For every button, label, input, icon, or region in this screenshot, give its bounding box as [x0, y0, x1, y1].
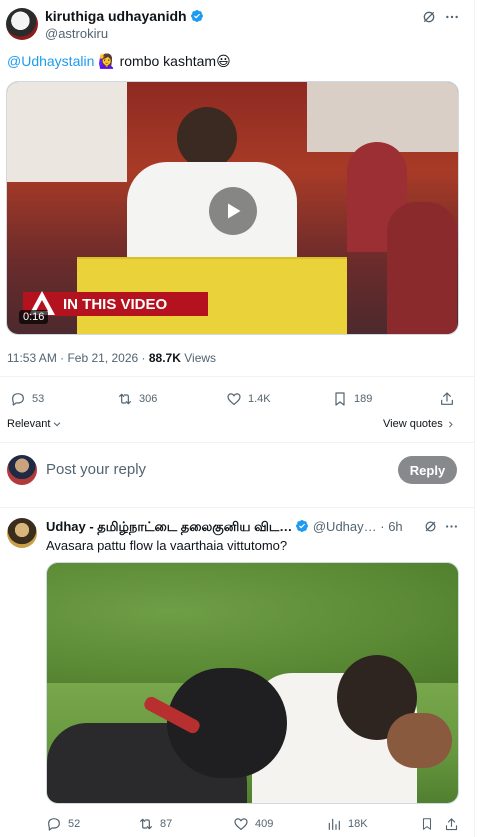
- column-border: [474, 0, 475, 837]
- more-options-icon[interactable]: [443, 518, 459, 534]
- play-button-icon[interactable]: [209, 187, 257, 235]
- repost-icon: [140, 818, 152, 830]
- reply-action[interactable]: 53: [10, 391, 44, 407]
- video-figure-girl-2: [387, 202, 457, 334]
- reply-icon: [48, 818, 60, 831]
- reply2-views-action[interactable]: 18K: [326, 816, 368, 832]
- repost-action[interactable]: 306: [117, 391, 157, 407]
- reply-time[interactable]: · 6h: [380, 519, 402, 534]
- sort-dropdown[interactable]: Relevant: [7, 418, 62, 430]
- reply-image[interactable]: [46, 562, 459, 804]
- author-name[interactable]: kiruthiga udhayanidh: [45, 8, 187, 24]
- reply-header: Udhay - தமிழ்நாட்டை தலைகுனிய விட… @Udhay…: [46, 519, 403, 536]
- video-player[interactable]: IN THIS VIDEO 0:16: [6, 81, 459, 335]
- emoji-smile: 😃: [216, 53, 231, 69]
- tweet-text-tail: rombo kashtam: [119, 53, 217, 69]
- my-avatar[interactable]: [7, 455, 37, 485]
- bookmark-count: 189: [354, 393, 373, 405]
- sort-label: Relevant: [7, 418, 51, 430]
- like-count: 1.4K: [248, 393, 271, 405]
- in-this-video-label: IN THIS VIDEO: [63, 295, 168, 313]
- view-quotes-link[interactable]: View quotes: [383, 418, 455, 430]
- repost-icon: [119, 393, 131, 405]
- image-man-arm: [387, 713, 452, 768]
- repost-count: 306: [139, 393, 158, 405]
- reply2-bookmark-icon[interactable]: [420, 816, 434, 832]
- mention-link[interactable]: @Udhaystalin: [7, 53, 94, 69]
- views-count: 88.7K: [148, 351, 181, 365]
- divider: [0, 507, 474, 508]
- reply2-repost-count: 87: [160, 818, 173, 830]
- bookmark-action[interactable]: 189: [332, 391, 372, 407]
- chevron-right-icon: [448, 421, 453, 427]
- reply2-share-icon[interactable]: [443, 816, 459, 832]
- view-quotes-label: View quotes: [383, 418, 443, 430]
- reply2-reply-action[interactable]: 52: [46, 816, 80, 832]
- video-figure-left: [7, 82, 127, 182]
- reply2-reply-count: 52: [68, 818, 81, 830]
- reply2-views-count: 18K: [348, 818, 368, 830]
- tweet-text: @Udhaystalin 🙋‍♀️ rombo kashtam😃: [7, 53, 231, 70]
- reply-author-name[interactable]: Udhay - தமிழ்நாட்டை தலைகுனிய விட…: [46, 519, 292, 534]
- author-avatar[interactable]: [6, 8, 38, 40]
- author-handle[interactable]: @astrokiru: [45, 26, 108, 41]
- reply2-like-count: 409: [255, 818, 274, 830]
- video-duration: 0:16: [19, 310, 49, 324]
- grok-icon[interactable]: [420, 8, 438, 26]
- views-label: Views: [184, 351, 217, 365]
- bookmark-icon: [335, 392, 345, 406]
- video-speaker-head: [177, 107, 237, 169]
- divider: [0, 442, 474, 443]
- reply-input[interactable]: Post your reply: [46, 461, 146, 478]
- share-icon[interactable]: [439, 391, 455, 407]
- author-header: kiruthiga udhayanidh: [45, 8, 204, 26]
- chevron-down-icon: [54, 422, 61, 427]
- tweet-timestamp[interactable]: 11:53 AM · Feb 21, 2026 ·: [7, 351, 149, 365]
- more-options-icon[interactable]: [443, 8, 461, 26]
- views-chart-icon: [328, 818, 340, 830]
- emoji-raising-hand: 🙋‍♀️: [98, 53, 116, 69]
- verified-badge-icon: [190, 10, 203, 22]
- like-action[interactable]: 1.4K: [226, 391, 271, 407]
- verified-badge-icon: [296, 520, 309, 532]
- reply2-like-action[interactable]: 409: [233, 816, 273, 832]
- reply-icon: [12, 393, 24, 406]
- reply-author-handle[interactable]: @Udhay…: [313, 519, 377, 534]
- heart-icon: [227, 393, 241, 405]
- video-figure-right: [307, 82, 458, 152]
- divider: [0, 376, 474, 377]
- reply-author-avatar[interactable]: [7, 518, 37, 548]
- heart-icon: [234, 818, 248, 830]
- grok-icon[interactable]: [422, 518, 438, 534]
- reply-text: Avasara pattu flow la vaarthaia vittutom…: [46, 538, 288, 553]
- reply-button[interactable]: Reply: [398, 456, 457, 484]
- reply2-repost-action[interactable]: 87: [138, 816, 172, 832]
- reply-count: 53: [32, 393, 45, 405]
- tweet-meta: 11:53 AM · Feb 21, 2026 · 88.7K Views: [7, 351, 216, 365]
